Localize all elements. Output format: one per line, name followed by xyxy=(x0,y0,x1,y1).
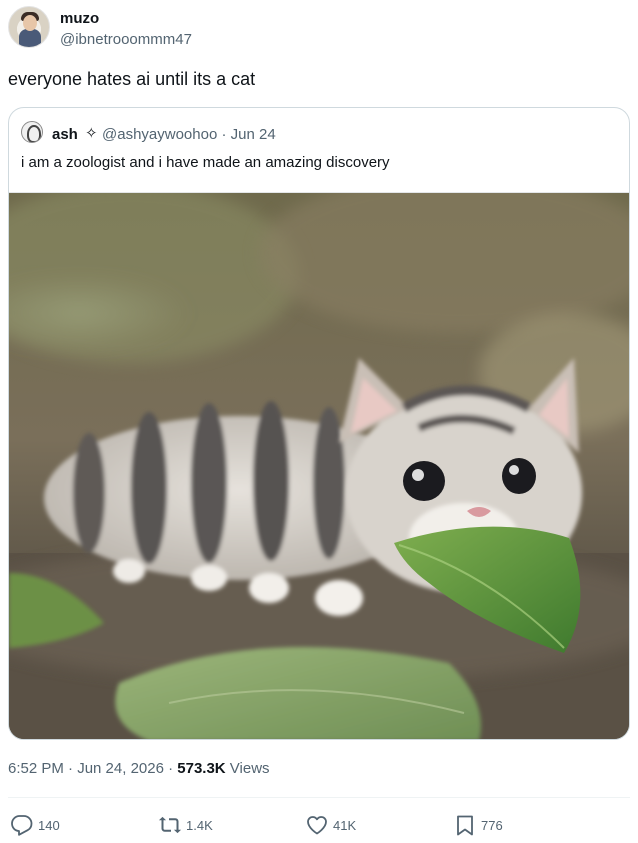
like-button[interactable]: 41K xyxy=(305,812,356,838)
timestamp-text[interactable]: 6:52 PM · Jun 24, 2026 · xyxy=(8,760,177,777)
quoted-author-name[interactable]: ash xyxy=(52,126,78,143)
repost-button[interactable]: 1.4K xyxy=(158,812,213,838)
tweet-page: muzo @ibnetrooommm47 everyone hates ai u… xyxy=(0,0,638,843)
bookmark-icon xyxy=(457,815,473,836)
author-avatar[interactable] xyxy=(8,6,50,48)
quoted-tweet-text: i am a zoologist and i have made an amaz… xyxy=(21,154,390,171)
views-count: 573.3K xyxy=(177,760,226,777)
author-name[interactable]: muzo xyxy=(60,10,99,27)
quoted-handle-date[interactable]: @ashyaywoohoo · Jun 24 xyxy=(102,126,276,143)
author-handle[interactable]: @ibnetrooommm47 xyxy=(60,31,192,48)
reply-count: 140 xyxy=(38,817,60,833)
reply-button[interactable]: 140 xyxy=(10,812,60,838)
divider xyxy=(8,797,630,798)
quoted-tweet-image[interactable] xyxy=(9,192,629,739)
bookmark-button[interactable]: 776 xyxy=(453,812,503,838)
heart-icon xyxy=(307,816,327,835)
tweet-text: everyone hates ai until its a cat xyxy=(8,69,256,89)
quoted-tweet-card[interactable]: ash ✧ @ashyaywoohoo · Jun 24 i am a zool… xyxy=(8,107,630,740)
kitten-caterpillar-image xyxy=(9,193,629,739)
views-label: Views xyxy=(225,760,270,777)
sparkle-icon: ✧ xyxy=(85,125,98,142)
bookmark-count: 776 xyxy=(481,817,503,833)
repost-icon xyxy=(158,816,182,834)
reply-icon xyxy=(11,815,33,836)
post-timestamp[interactable]: 6:52 PM · Jun 24, 2026 · 573.3K Views xyxy=(8,760,270,777)
repost-count: 1.4K xyxy=(186,817,213,833)
like-count: 41K xyxy=(333,817,357,833)
quoted-author-avatar[interactable] xyxy=(21,121,43,143)
